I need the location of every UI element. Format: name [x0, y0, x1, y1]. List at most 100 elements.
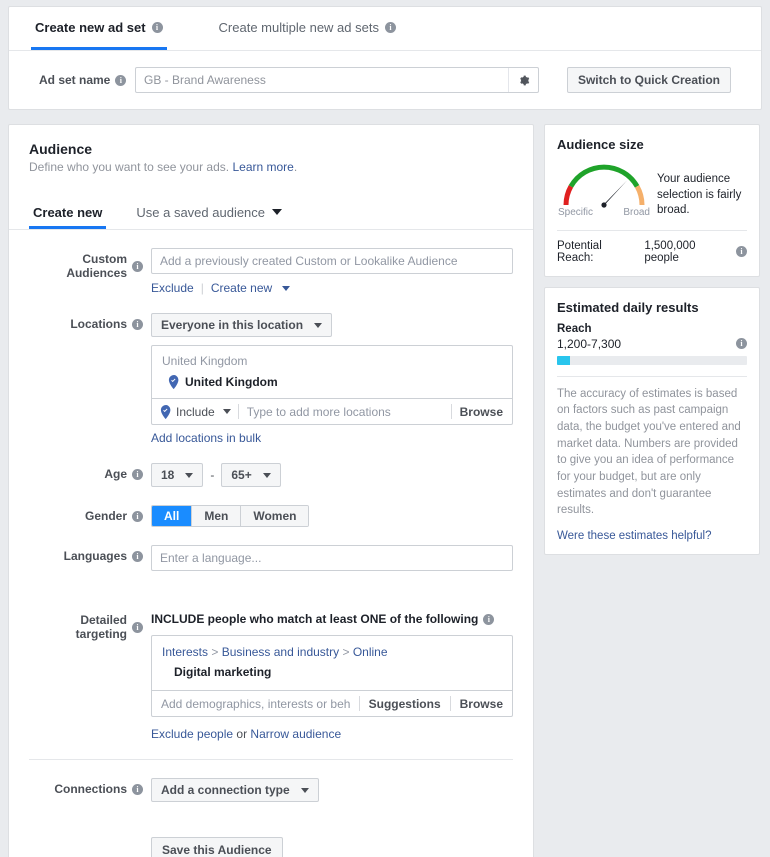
ad-set-name-label: Ad set name	[39, 73, 110, 87]
tab-create-new-audience-label: Create new	[33, 205, 102, 220]
breadcrumb-separator: >	[342, 645, 349, 659]
detailed-targeting-include-title-row: INCLUDE people who match at least ONE of…	[151, 609, 513, 626]
potential-reach-row: Potential Reach:1,500,000 people	[557, 240, 747, 264]
info-icon[interactable]	[152, 22, 163, 33]
tab-create-multiple-ad-sets-label: Create multiple new ad sets	[219, 20, 379, 35]
audience-mode-tabs: Create new Use a saved audience	[9, 198, 533, 230]
ad-set-name-input[interactable]	[136, 68, 508, 92]
locations-search-input[interactable]	[239, 400, 451, 424]
gauge-label-specific: Specific	[558, 207, 593, 218]
info-icon[interactable]	[132, 469, 143, 480]
detailed-targeting-input[interactable]	[152, 692, 359, 716]
age-max-dropdown[interactable]: 65+	[221, 463, 280, 487]
info-icon[interactable]	[736, 246, 747, 257]
selected-interest-item: Digital marketing	[152, 662, 512, 690]
interest-breadcrumb: Interests > Business and industry > Onli…	[152, 636, 512, 662]
info-icon[interactable]	[385, 22, 396, 33]
suggestions-button[interactable]: Suggestions	[360, 697, 450, 711]
gender-label: Gender	[85, 509, 127, 523]
estimates-helpful-link[interactable]: Were these estimates helpful?	[557, 530, 711, 542]
location-scope-dropdown[interactable]: Everyone in this location	[151, 313, 332, 337]
gender-option-all[interactable]: All	[152, 506, 192, 526]
location-include-dropdown[interactable]: Include	[152, 405, 238, 419]
chevron-down-icon	[263, 473, 271, 478]
panel-divider	[557, 376, 747, 377]
ad-set-name-input-wrap	[135, 67, 539, 93]
info-icon[interactable]	[483, 614, 494, 625]
location-include-label: Include	[176, 405, 215, 419]
estimates-value-row: 1,200-7,300	[557, 337, 747, 351]
audience-size-gauge-row: Specific Broad Your audience selection i…	[557, 160, 747, 219]
audience-subtitle-text: Define who you want to see your ads.	[29, 160, 229, 174]
save-this-audience-button[interactable]: Save this Audience	[151, 837, 283, 857]
info-icon[interactable]	[132, 784, 143, 795]
spacer	[29, 837, 151, 857]
age-label: Age	[104, 467, 127, 481]
locations-browse-button[interactable]: Browse	[452, 405, 512, 419]
estimates-metric-label: Reach	[557, 323, 747, 335]
age-min-dropdown[interactable]: 18	[151, 463, 203, 487]
save-audience-row: Save this Audience	[9, 837, 533, 857]
locations-box: United Kingdom United Kingdom	[151, 345, 513, 425]
connection-type-value: Add a connection type	[161, 783, 290, 797]
exclude-narrow-separator: or	[233, 727, 250, 741]
connections-label-group: Connections	[29, 778, 151, 796]
languages-field: Languages	[9, 545, 533, 571]
tab-use-saved-audience[interactable]: Use a saved audience	[132, 198, 286, 229]
estimates-metric-value: 1,200-7,300	[557, 337, 621, 351]
audience-title: Audience	[29, 141, 513, 157]
gauge-label-broad: Broad	[623, 207, 650, 218]
estimates-progress-track	[557, 356, 747, 365]
connections-label: Connections	[54, 782, 127, 796]
age-field: Age 18 - 65+	[9, 463, 533, 487]
gender-option-men[interactable]: Men	[192, 506, 241, 526]
custom-audiences-body: Exclude | Create new	[151, 248, 513, 295]
custom-audiences-input[interactable]	[151, 248, 513, 274]
detailed-targeting-include-title: INCLUDE people who match at least ONE of…	[151, 612, 478, 626]
gear-icon[interactable]	[508, 68, 538, 92]
switch-to-quick-creation-button[interactable]: Switch to Quick Creation	[567, 67, 731, 93]
ad-set-name-row: Ad set name Switch to Quick Creation	[9, 51, 761, 109]
info-icon[interactable]	[132, 261, 143, 272]
exclude-audience-link[interactable]: Exclude	[151, 281, 194, 295]
audience-size-panel: Audience size	[544, 124, 760, 277]
tab-create-multiple-ad-sets[interactable]: Create multiple new ad sets	[215, 7, 400, 50]
age-range-separator: -	[210, 468, 214, 482]
exclude-people-link[interactable]: Exclude people	[151, 727, 233, 741]
gender-option-women[interactable]: Women	[241, 506, 308, 526]
add-locations-in-bulk-link[interactable]: Add locations in bulk	[151, 431, 261, 445]
info-icon[interactable]	[132, 319, 143, 330]
ad-set-creation-page: Create new ad set Create multiple new ad…	[0, 0, 770, 857]
exclude-narrow-row: Exclude people or Narrow audience	[151, 727, 513, 741]
chevron-down-icon	[272, 209, 282, 215]
location-pin-icon	[168, 375, 179, 389]
tab-use-saved-audience-label: Use a saved audience	[136, 205, 265, 220]
audience-subtitle-end: .	[294, 160, 297, 174]
learn-more-link[interactable]: Learn more	[232, 160, 293, 174]
tab-create-new-ad-set[interactable]: Create new ad set	[31, 7, 167, 50]
audience-card: Audience Define who you want to see your…	[8, 124, 534, 857]
audience-size-note: Your audience selection is fairly broad.	[657, 160, 747, 219]
breadcrumb-separator: >	[211, 645, 218, 659]
tab-create-new-audience[interactable]: Create new	[29, 198, 106, 229]
ad-set-name-label-group: Ad set name	[39, 73, 127, 87]
gender-body: All Men Women	[151, 505, 513, 527]
custom-audiences-label: Custom Audiences	[29, 252, 127, 280]
estimates-title: Estimated daily results	[557, 300, 747, 315]
info-icon[interactable]	[736, 338, 747, 349]
info-icon[interactable]	[132, 511, 143, 522]
create-new-audience-link[interactable]: Create new	[211, 281, 272, 295]
info-icon[interactable]	[132, 622, 143, 633]
location-pin-icon	[160, 405, 171, 419]
connection-type-dropdown[interactable]: Add a connection type	[151, 778, 319, 802]
add-locations-in-bulk-row: Add locations in bulk	[151, 431, 513, 445]
connections-field: Connections Add a connection type	[9, 778, 533, 802]
info-icon[interactable]	[132, 551, 143, 562]
detailed-targeting-browse-button[interactable]: Browse	[451, 697, 512, 711]
info-icon[interactable]	[115, 75, 126, 86]
chevron-down-icon	[185, 473, 193, 478]
breadcrumb-level-2: Business and industry	[222, 645, 339, 659]
narrow-audience-link[interactable]: Narrow audience	[250, 727, 341, 741]
custom-audiences-label-group: Custom Audiences	[29, 248, 151, 280]
languages-input[interactable]	[151, 545, 513, 571]
